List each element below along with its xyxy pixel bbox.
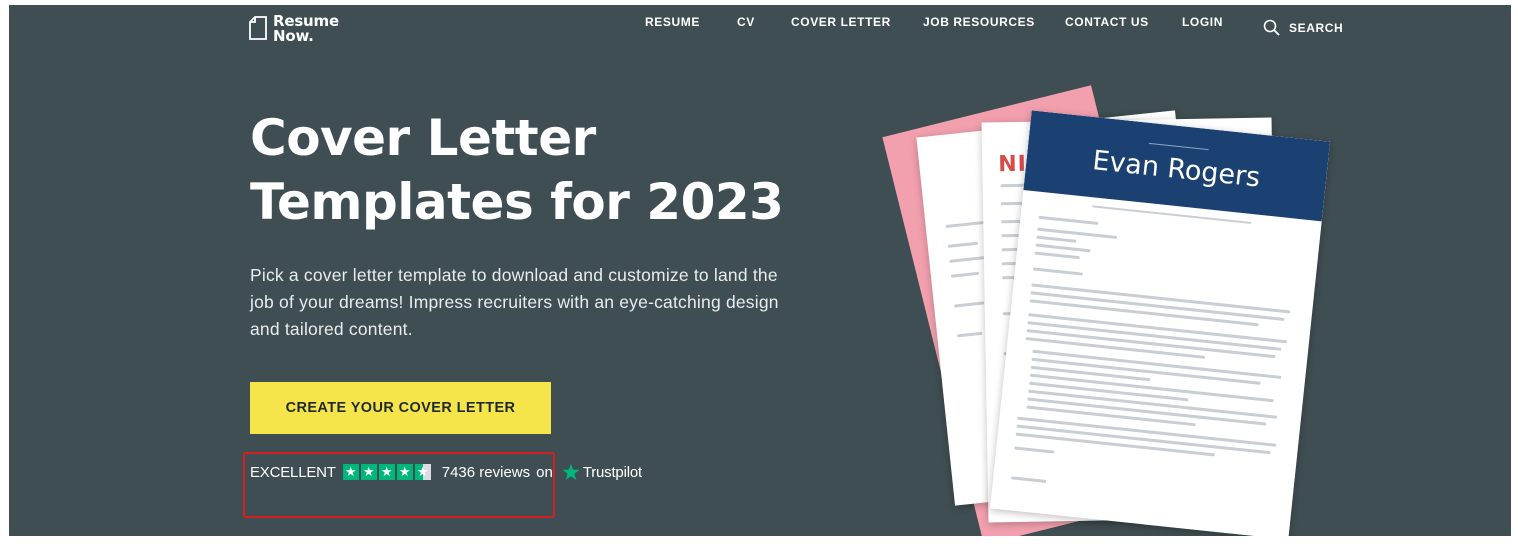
nav-cover-letter[interactable]: COVER LETTER [791,15,891,29]
document-icon [249,16,267,40]
search-label: SEARCH [1289,20,1344,35]
nav-contact-us[interactable]: CONTACT US [1065,15,1149,29]
page-below-hero [0,536,1518,552]
hero-subtitle: Pick a cover letter template to download… [250,265,779,339]
trustpilot-star-icon [562,463,580,480]
page-title-line1: Cover Letter [250,109,596,167]
search-icon [1263,19,1280,36]
logo-text: Resume Now. [273,14,339,44]
nav-resume[interactable]: RESUME [645,15,700,29]
logo-line2: Now. [273,27,314,45]
trustpilot-brand-name: Trustpilot [582,463,642,481]
create-cover-letter-button[interactable]: CREATE YOUR COVER LETTER [250,382,551,434]
highlight-box [243,452,555,518]
nav-login[interactable]: LOGIN [1182,15,1223,29]
resume-now-logo[interactable]: Resume Now. [249,14,339,44]
nav-search[interactable]: SEARCH [1263,19,1343,36]
nav-cv[interactable]: CV [737,15,755,29]
trustpilot-logo: Trustpilot [562,463,642,481]
page-title-line2: Templates for 2023 [250,173,784,231]
nav-job-resources[interactable]: JOB RESOURCES [923,15,1035,29]
page-title: Cover Letter Templates for 2023 [250,106,810,234]
